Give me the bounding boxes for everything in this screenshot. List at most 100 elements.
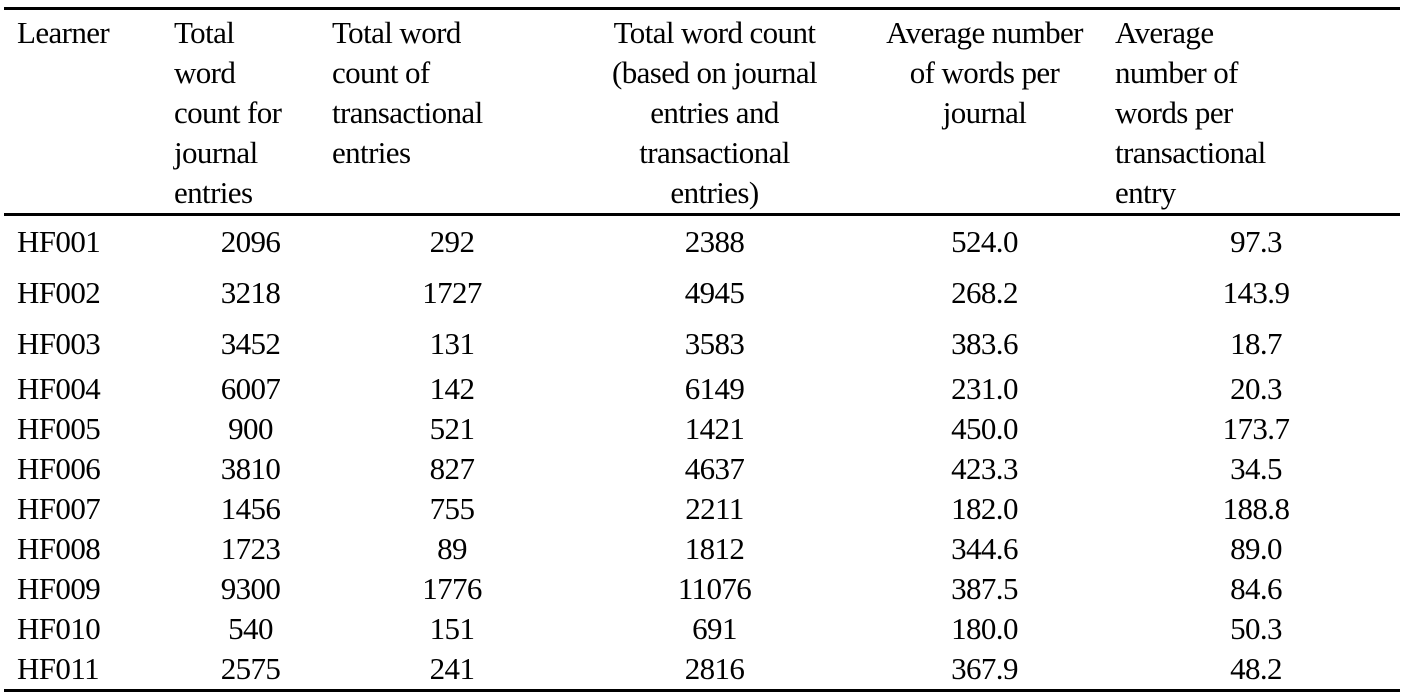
header-text: entries and bbox=[650, 95, 779, 130]
header-text: Learner bbox=[17, 15, 110, 50]
cell-transactional-words: 827 bbox=[429, 451, 475, 486]
cell-total-words: 6149 bbox=[684, 371, 745, 406]
table-row: HF007 1456 755 2211 182.0 188.8 bbox=[4, 489, 1400, 529]
word-count-table: Learner Total word count for journal ent… bbox=[4, 7, 1400, 692]
table-row: HF010 540 151 691 180.0 50.3 bbox=[4, 609, 1400, 649]
cell-total-words: 2388 bbox=[684, 223, 745, 259]
header-text: transactional bbox=[1115, 135, 1266, 170]
cell-learner: HF010 bbox=[17, 611, 101, 646]
cell-avg-per-transactional: 188.8 bbox=[1222, 491, 1290, 526]
header-total-transactional-words: Total word count of transactional entrie… bbox=[332, 9, 572, 215]
cell-learner: HF006 bbox=[17, 451, 101, 486]
cell-journal-words: 9300 bbox=[220, 571, 281, 606]
cell-journal-words: 3452 bbox=[220, 325, 281, 361]
cell-avg-per-transactional: 89.0 bbox=[1230, 531, 1282, 566]
cell-transactional-words: 89 bbox=[437, 531, 467, 566]
cell-avg-per-transactional: 143.9 bbox=[1222, 274, 1290, 310]
cell-avg-per-journal: 231.0 bbox=[951, 371, 1018, 406]
cell-avg-per-transactional: 50.3 bbox=[1230, 611, 1282, 646]
cell-journal-words: 1723 bbox=[220, 531, 281, 566]
cell-avg-per-journal: 180.0 bbox=[951, 611, 1018, 646]
table-row: HF003 3452 131 3583 383.6 18.7 bbox=[4, 318, 1400, 369]
cell-transactional-words: 521 bbox=[429, 411, 475, 446]
cell-learner: HF007 bbox=[17, 491, 101, 526]
cell-journal-words: 2096 bbox=[220, 223, 281, 259]
cell-avg-per-transactional: 20.3 bbox=[1230, 371, 1282, 406]
header-text: words per bbox=[1115, 95, 1233, 130]
table-row: HF008 1723 89 1812 344.6 89.0 bbox=[4, 529, 1400, 569]
cell-avg-per-journal: 423.3 bbox=[951, 451, 1018, 486]
cell-transactional-words: 241 bbox=[429, 651, 475, 686]
header-text: transactional bbox=[639, 135, 790, 170]
cell-total-words: 4637 bbox=[684, 451, 745, 486]
cell-learner: HF008 bbox=[17, 531, 101, 566]
header-learner: Learner bbox=[4, 9, 169, 215]
cell-avg-per-journal: 344.6 bbox=[951, 531, 1018, 566]
header-text: word bbox=[174, 55, 236, 90]
cell-transactional-words: 142 bbox=[429, 371, 475, 406]
cell-transactional-words: 1776 bbox=[422, 571, 482, 606]
cell-avg-per-journal: 524.0 bbox=[951, 223, 1018, 259]
cell-journal-words: 2575 bbox=[220, 651, 281, 686]
cell-transactional-words: 151 bbox=[429, 611, 475, 646]
cell-avg-per-journal: 383.6 bbox=[951, 325, 1018, 361]
table-row: HF006 3810 827 4637 423.3 34.5 bbox=[4, 449, 1400, 489]
table-header: Learner Total word count for journal ent… bbox=[4, 8, 1400, 215]
cell-journal-words: 1456 bbox=[220, 491, 281, 526]
cell-learner: HF002 bbox=[17, 274, 101, 310]
header-text: Average bbox=[1115, 15, 1214, 50]
header-text: journal bbox=[174, 135, 258, 170]
cell-transactional-words: 755 bbox=[429, 491, 475, 526]
cell-learner: HF001 bbox=[17, 223, 101, 259]
table-row: HF011 2575 241 2816 367.9 48.2 bbox=[4, 649, 1400, 691]
cell-avg-per-journal: 450.0 bbox=[951, 411, 1018, 446]
header-text: journal bbox=[942, 95, 1027, 130]
header-text: Total word bbox=[332, 15, 461, 50]
cell-learner: HF004 bbox=[17, 371, 101, 406]
header-total-word-count: Total word count (based on journal entri… bbox=[572, 9, 857, 215]
cell-avg-per-journal: 182.0 bbox=[951, 491, 1018, 526]
header-text: count for bbox=[174, 95, 282, 130]
header-text: number of bbox=[1115, 55, 1238, 90]
header-text: entries bbox=[332, 135, 411, 170]
cell-total-words: 1421 bbox=[684, 411, 745, 446]
cell-journal-words: 3810 bbox=[220, 451, 281, 486]
header-text: (based on journal bbox=[611, 55, 818, 90]
header-text: entry bbox=[1115, 175, 1176, 210]
cell-avg-per-journal: 268.2 bbox=[951, 274, 1018, 310]
cell-learner: HF011 bbox=[17, 651, 100, 686]
cell-total-words: 11076 bbox=[677, 571, 752, 606]
header-text: Total bbox=[174, 15, 235, 50]
table-row: HF002 3218 1727 4945 268.2 143.9 bbox=[4, 267, 1400, 318]
cell-journal-words: 6007 bbox=[220, 371, 281, 406]
cell-transactional-words: 1727 bbox=[422, 274, 482, 310]
cell-total-words: 4945 bbox=[684, 274, 745, 310]
header-text: Average number bbox=[886, 15, 1083, 50]
header-text: count of bbox=[332, 55, 430, 90]
cell-learner: HF003 bbox=[17, 325, 101, 361]
table-row: HF005 900 521 1421 450.0 173.7 bbox=[4, 409, 1400, 449]
cell-avg-per-journal: 367.9 bbox=[951, 651, 1018, 686]
header-text: entries bbox=[174, 175, 253, 210]
cell-transactional-words: 292 bbox=[429, 223, 475, 259]
header-text: entries) bbox=[670, 175, 759, 210]
cell-transactional-words: 131 bbox=[429, 325, 475, 361]
cell-learner: HF009 bbox=[17, 571, 101, 606]
table-row: HF009 9300 1776 11076 387.5 84.6 bbox=[4, 569, 1400, 609]
cell-total-words: 2816 bbox=[684, 651, 745, 686]
table-row: HF004 6007 142 6149 231.0 20.3 bbox=[4, 369, 1400, 409]
cell-total-words: 3583 bbox=[684, 325, 745, 361]
header-text: of words per bbox=[909, 55, 1060, 90]
cell-avg-per-transactional: 173.7 bbox=[1222, 411, 1290, 446]
cell-avg-per-journal: 387.5 bbox=[951, 571, 1018, 606]
cell-journal-words: 3218 bbox=[220, 274, 281, 310]
header-text: Total word count bbox=[613, 15, 816, 50]
cell-avg-per-transactional: 84.6 bbox=[1230, 571, 1282, 606]
cell-avg-per-transactional: 48.2 bbox=[1230, 651, 1282, 686]
word-count-table-container: Learner Total word count for journal ent… bbox=[4, 7, 1400, 692]
header-row: Learner Total word count for journal ent… bbox=[4, 8, 1400, 215]
header-avg-words-per-journal: Average number of words per journal bbox=[857, 9, 1112, 215]
header-total-journal-words: Total word count for journal entries bbox=[169, 9, 332, 215]
header-text: transactional bbox=[332, 95, 483, 130]
cell-journal-words: 540 bbox=[228, 611, 273, 646]
